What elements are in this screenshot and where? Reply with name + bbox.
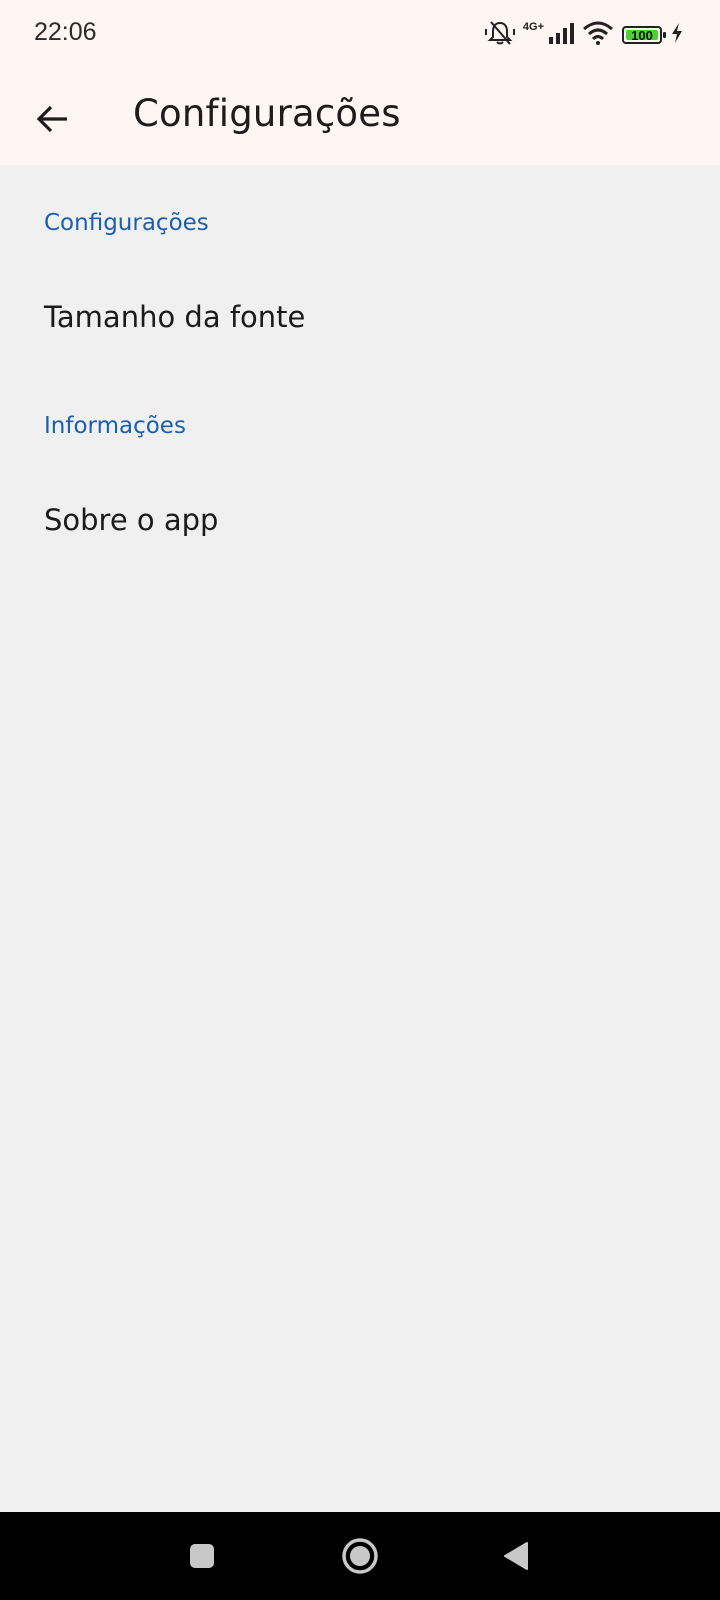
home-button[interactable] <box>338 1534 382 1578</box>
status-time: 22:06 <box>34 18 97 46</box>
network-type-label: 4G+ <box>522 21 544 33</box>
font-size-setting-label: Tamanho da fonte <box>44 300 306 334</box>
navigation-bar <box>0 1512 720 1600</box>
battery-level: 100 <box>631 27 653 43</box>
page-title: Configurações <box>133 92 401 135</box>
arrow-back-icon <box>36 105 67 133</box>
mute-bell-icon <box>484 19 515 51</box>
section-header-informacoes: Informações <box>44 413 186 439</box>
back-button[interactable] <box>28 95 76 143</box>
back-triangle-icon <box>504 1542 528 1570</box>
recents-button[interactable] <box>180 1534 224 1578</box>
recents-square-icon <box>190 1544 214 1568</box>
status-icons: 4G+ 100 <box>484 19 684 51</box>
system-back-button[interactable] <box>494 1534 538 1578</box>
home-circle-icon <box>342 1538 378 1574</box>
status-bar: 22:06 4G+ 100 <box>0 0 720 70</box>
font-size-setting-item[interactable]: Tamanho da fonte <box>0 262 720 372</box>
wifi-icon <box>582 21 614 49</box>
about-app-item[interactable]: Sobre o app <box>0 465 720 575</box>
signal-icon <box>548 21 574 49</box>
section-header-configuracoes: Configurações <box>44 210 209 236</box>
app-bar: Configurações <box>0 70 720 165</box>
charging-icon <box>670 22 684 48</box>
about-app-label: Sobre o app <box>44 503 219 537</box>
battery-icon: 100 <box>622 26 666 44</box>
